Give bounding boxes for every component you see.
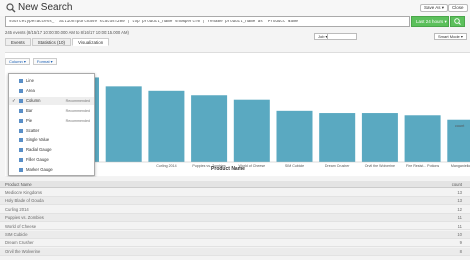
chart-type-label: Line [26,78,34,83]
cell-product-name: Curling 2014 [5,206,29,212]
legend-label: count [455,124,465,128]
recommended-tag: Recommended [65,98,90,103]
chart-type-option[interactable]: Area [9,87,94,96]
recommended-tag: Recommended [65,108,90,113]
cell-product-name: Orvil the Wolverine [5,248,41,254]
chart-type-icon [19,79,23,83]
chart-type-option[interactable]: Bar Recommended [9,107,94,116]
chart-type-icon [19,168,23,173]
table-row[interactable]: World of Cheese 11 [0,223,470,231]
chart-type-option[interactable]: Marker Gauge [9,166,94,175]
chart-type-label: Area [26,87,35,93]
legend-swatch [448,123,453,127]
x-tick-label: SIM Cubicle [285,164,304,168]
chart-type-label: Pie [26,117,33,123]
column-header-product[interactable]: Product Name [5,181,32,188]
table-row[interactable]: SIM Cubicle 10 [0,231,470,239]
checkmark-icon: ✓ [12,97,16,103]
chart-bar[interactable] [276,110,313,162]
table-row[interactable]: Dream Crusher 9 [0,239,470,248]
cell-count: 13 [457,190,462,195]
cell-product-name: Puppies vs. Zombies [5,215,44,221]
chart-type-icon [19,118,23,123]
chart-type-label: Bar [26,107,33,113]
chart-type-icon [19,148,23,153]
table-row[interactable]: Orvil the Wolverine 8 [0,247,470,256]
cell-product-name: World of Cheese [5,223,37,229]
chart-type-icon [19,108,23,113]
chart-bar[interactable] [233,99,270,162]
table-row[interactable]: Puppies vs. Zombies 11 [0,214,470,222]
table-header: Product Name count [0,181,470,188]
cell-count: 13 [457,198,462,204]
column-header-count[interactable]: count [452,181,462,188]
x-axis-title: Product Name [211,166,245,172]
chart-type-label: Scatter [26,127,40,133]
cell-count: 10 [457,232,462,237]
x-tick-label: Curling 2014 [156,164,176,168]
cell-count: 8 [459,248,462,254]
cell-count: 11 [457,215,462,221]
cell-count: 9 [459,240,462,246]
chart-type-icon [19,98,23,103]
cell-product-name: Holy Blade of Gouda [5,198,44,204]
cell-product-name: Dream Crusher [5,240,34,246]
chart-bar[interactable] [319,113,356,162]
results-table: Product Name count Mediocre Kingdoms 13 Ho… [0,177,470,260]
cell-count: 12 [457,206,462,212]
chart-type-label: Column [26,97,41,103]
chart-bar[interactable] [361,113,398,162]
chart-type-icon [19,88,23,93]
cell-product-name: Mediocre Kingdoms [5,190,43,195]
chart-type-icon [19,128,23,133]
table-row[interactable]: Curling 2014 12 [0,206,470,214]
chart-type-option[interactable]: Pie Recommended [9,117,94,126]
chart-type-label: Single Value [26,137,50,143]
chart-bar[interactable] [148,90,185,162]
recommended-tag: Recommended [65,118,90,123]
chart-type-label: Radial Gauge [26,147,52,153]
chart-type-option[interactable]: Single Value [9,136,94,145]
chart-type-option[interactable]: Filler Gauge [9,156,94,165]
chart-bar[interactable] [191,95,228,162]
table-row[interactable]: Mediocre Kingdoms 13 [0,189,470,197]
chart-type-label: Marker Gauge [26,167,53,173]
cell-count: 11 [457,223,462,229]
table-row[interactable]: Holy Blade of Gouda 13 [0,197,470,206]
chart-type-icon [19,158,23,163]
x-tick-label: Fire Resist... Potions [406,164,439,168]
chart-type-option[interactable]: ✓ Column Recommended [9,96,94,106]
chart-bar[interactable] [105,86,142,162]
chart-type-option[interactable]: Radial Gauge [9,146,94,155]
chart-bar[interactable] [404,115,441,162]
chart-type-option[interactable]: Line [9,77,94,86]
cell-product-name: SIM Cubicle [5,232,28,237]
x-tick-label: Dream Crusher [325,164,350,168]
chart-type-label: Filler Gauge [26,157,49,163]
x-tick-label: Manganiello Bros. [451,164,470,168]
chart-type-option[interactable]: Scatter [9,127,94,136]
x-tick-label: Orvil the Wolverine [365,164,395,168]
chart-type-dropdown: Line Area ✓ Column Recommended Bar Recommended… [8,73,95,176]
chart-type-icon [19,138,23,143]
